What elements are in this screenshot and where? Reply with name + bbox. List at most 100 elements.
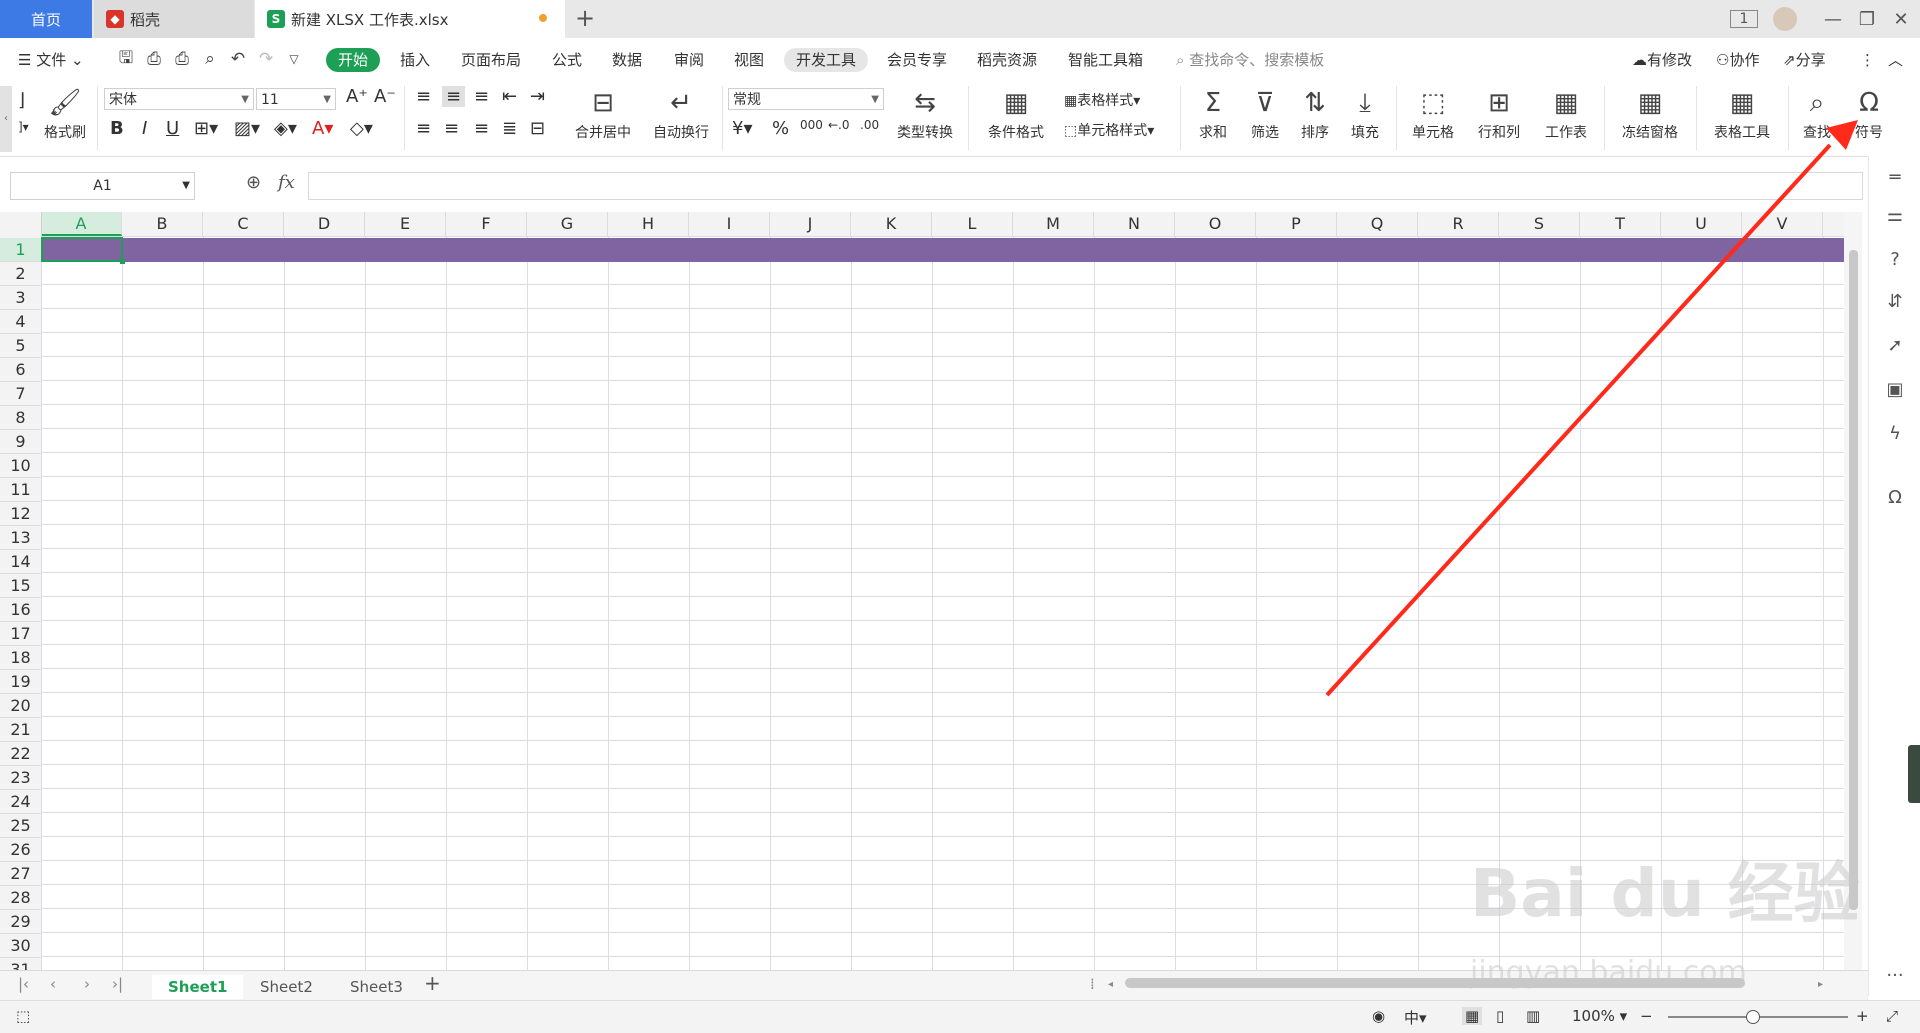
sum-button[interactable]: Σ 求和 — [1190, 88, 1236, 142]
menu-view[interactable]: 视图 — [734, 48, 764, 72]
paste-icon[interactable]: ⌋ — [18, 90, 25, 111]
row-header[interactable]: 2 — [0, 262, 41, 286]
align-right-icon[interactable]: ≡ — [474, 118, 489, 139]
side-handle[interactable] — [1908, 745, 1920, 803]
row-header[interactable]: 22 — [0, 742, 41, 766]
more-icon[interactable]: ⋮ — [1860, 48, 1875, 72]
avatar[interactable] — [1770, 6, 1800, 32]
minimize-icon[interactable]: — — [1818, 6, 1848, 32]
menu-member[interactable]: 会员专享 — [887, 48, 947, 72]
underline-icon[interactable]: U — [166, 118, 179, 139]
number-format-select[interactable]: 常规 ▼ — [728, 88, 884, 110]
merge-center-button[interactable]: ⊟ 合并居中 — [566, 88, 640, 142]
sort-button[interactable]: ⇅ 排序 — [1292, 88, 1338, 142]
column-header[interactable]: R — [1418, 212, 1499, 236]
row-header[interactable]: 19 — [0, 670, 41, 694]
row-header[interactable]: 1 — [0, 238, 41, 262]
row-header[interactable]: 17 — [0, 622, 41, 646]
menu-page-layout[interactable]: 页面布局 — [461, 48, 521, 72]
row-header[interactable]: 5 — [0, 334, 41, 358]
column-header[interactable]: F — [446, 212, 527, 236]
italic-icon[interactable]: I — [142, 118, 147, 139]
row-header[interactable]: 26 — [0, 838, 41, 862]
file-menu[interactable]: ☰ 文件 ⌄ — [18, 48, 84, 72]
increase-font-icon[interactable]: A⁺ — [346, 86, 368, 107]
redo-icon[interactable]: ↷ — [255, 48, 277, 70]
image-tools-icon[interactable]: ▣ — [1883, 378, 1907, 402]
row-header[interactable]: 13 — [0, 526, 41, 550]
table-style-button[interactable]: ▦表格样式▾ — [1064, 90, 1140, 110]
command-search[interactable]: ⌕ 查找命令、搜索模板 — [1176, 48, 1324, 72]
column-header[interactable]: J — [770, 212, 851, 236]
row-header[interactable]: 12 — [0, 502, 41, 526]
row-header[interactable]: 6 — [0, 358, 41, 382]
wrap-text-button[interactable]: ↵ 自动换行 — [646, 88, 716, 142]
column-header[interactable]: A — [41, 212, 122, 236]
save-icon[interactable]: 🖫 — [115, 48, 137, 70]
row-header[interactable]: 11 — [0, 478, 41, 502]
menu-smart-toolbox[interactable]: 智能工具箱 — [1068, 48, 1143, 72]
find-button[interactable]: ⌕ 查找 — [1794, 88, 1840, 142]
zoom-level[interactable]: 100% ▾ — [1572, 1007, 1627, 1025]
fullscreen-icon[interactable]: ⤢ — [1886, 1007, 1898, 1025]
row-header[interactable]: 23 — [0, 766, 41, 790]
tab-docer[interactable]: ◆ 稻壳 — [94, 0, 254, 38]
zoom-in-icon[interactable]: + — [1856, 1007, 1869, 1025]
column-header[interactable]: T — [1580, 212, 1661, 236]
thousands-icon[interactable]: 000 — [800, 118, 823, 132]
paste-dropdown-icon[interactable]: ]▾ — [18, 120, 29, 134]
row-header[interactable]: 31 — [0, 958, 41, 970]
column-header[interactable]: S — [1499, 212, 1580, 236]
scroll-left-icon[interactable]: ◂ — [1108, 979, 1113, 990]
zoom-formula-icon[interactable]: ⊕ — [246, 172, 261, 193]
page-break-view-icon[interactable]: ▥ — [1526, 1007, 1540, 1025]
column-header[interactable]: C — [203, 212, 284, 236]
symbol-button[interactable]: Ω 符号 — [1846, 88, 1892, 142]
font-name-select[interactable]: 宋体 ▼ — [104, 88, 254, 110]
menu-docer-resources[interactable]: 稻壳资源 — [977, 48, 1037, 72]
column-header[interactable]: G — [527, 212, 608, 236]
column-header[interactable]: O — [1175, 212, 1256, 236]
column-header[interactable]: D — [284, 212, 365, 236]
increase-indent-icon[interactable]: ⇥ — [530, 86, 545, 107]
fx-icon[interactable]: fx — [278, 172, 295, 193]
row-header[interactable]: 30 — [0, 934, 41, 958]
normal-view-icon[interactable]: ▦ — [1462, 1007, 1483, 1025]
name-box[interactable]: A1 ▼ — [10, 172, 195, 200]
row-header[interactable]: 25 — [0, 814, 41, 838]
ribbon-scroll-left-icon[interactable]: ‹ — [0, 86, 12, 152]
menu-formula[interactable]: 公式 — [552, 48, 582, 72]
justify-icon[interactable]: ≣ — [502, 118, 517, 139]
column-header[interactable]: Q — [1337, 212, 1418, 236]
row-header[interactable]: 24 — [0, 790, 41, 814]
more-horizontal-icon[interactable]: ··· — [1883, 964, 1907, 988]
cursor-icon[interactable]: ➚ — [1883, 334, 1907, 358]
new-tab-button[interactable]: + — [575, 4, 595, 32]
distributed-icon[interactable]: ⊟ — [530, 118, 545, 139]
align-bottom-icon[interactable]: ≡ — [474, 86, 489, 107]
customize-dropdown-icon[interactable]: ▽ — [283, 48, 305, 70]
maximize-icon[interactable]: ❐ — [1852, 6, 1882, 32]
column-header[interactable]: H — [608, 212, 689, 236]
sheet-tab-3[interactable]: Sheet3 — [334, 975, 419, 999]
fill-color-icon[interactable]: ◈▾ — [274, 118, 297, 139]
column-header[interactable]: P — [1256, 212, 1337, 236]
row-header[interactable]: 29 — [0, 910, 41, 934]
row-col-button[interactable]: ⊞ 行和列 — [1468, 88, 1530, 142]
row-header[interactable]: 16 — [0, 598, 41, 622]
table-tools-button[interactable]: ▦ 表格工具 — [1704, 88, 1780, 142]
page-layout-view-icon[interactable]: ▯ — [1496, 1007, 1504, 1025]
row-header[interactable]: 18 — [0, 646, 41, 670]
share-button[interactable]: ⇗分享 — [1783, 48, 1826, 72]
align-left-icon[interactable]: ≡ — [416, 118, 431, 139]
column-header[interactable]: I — [689, 212, 770, 236]
macro-record-icon[interactable]: ⬚ — [16, 1007, 30, 1025]
row-header[interactable]: 8 — [0, 406, 41, 430]
select-all-corner[interactable] — [0, 212, 42, 236]
cell-style-button[interactable]: ⬚单元格样式▾ — [1064, 120, 1154, 140]
cell-button[interactable]: ⬚ 单元格 — [1404, 88, 1462, 142]
row-header[interactable]: 15 — [0, 574, 41, 598]
changes-button[interactable]: ☁有修改 — [1632, 48, 1692, 72]
freeze-panes-button[interactable]: ▦ 冻结窗格 — [1612, 88, 1688, 142]
menu-data[interactable]: 数据 — [612, 48, 642, 72]
